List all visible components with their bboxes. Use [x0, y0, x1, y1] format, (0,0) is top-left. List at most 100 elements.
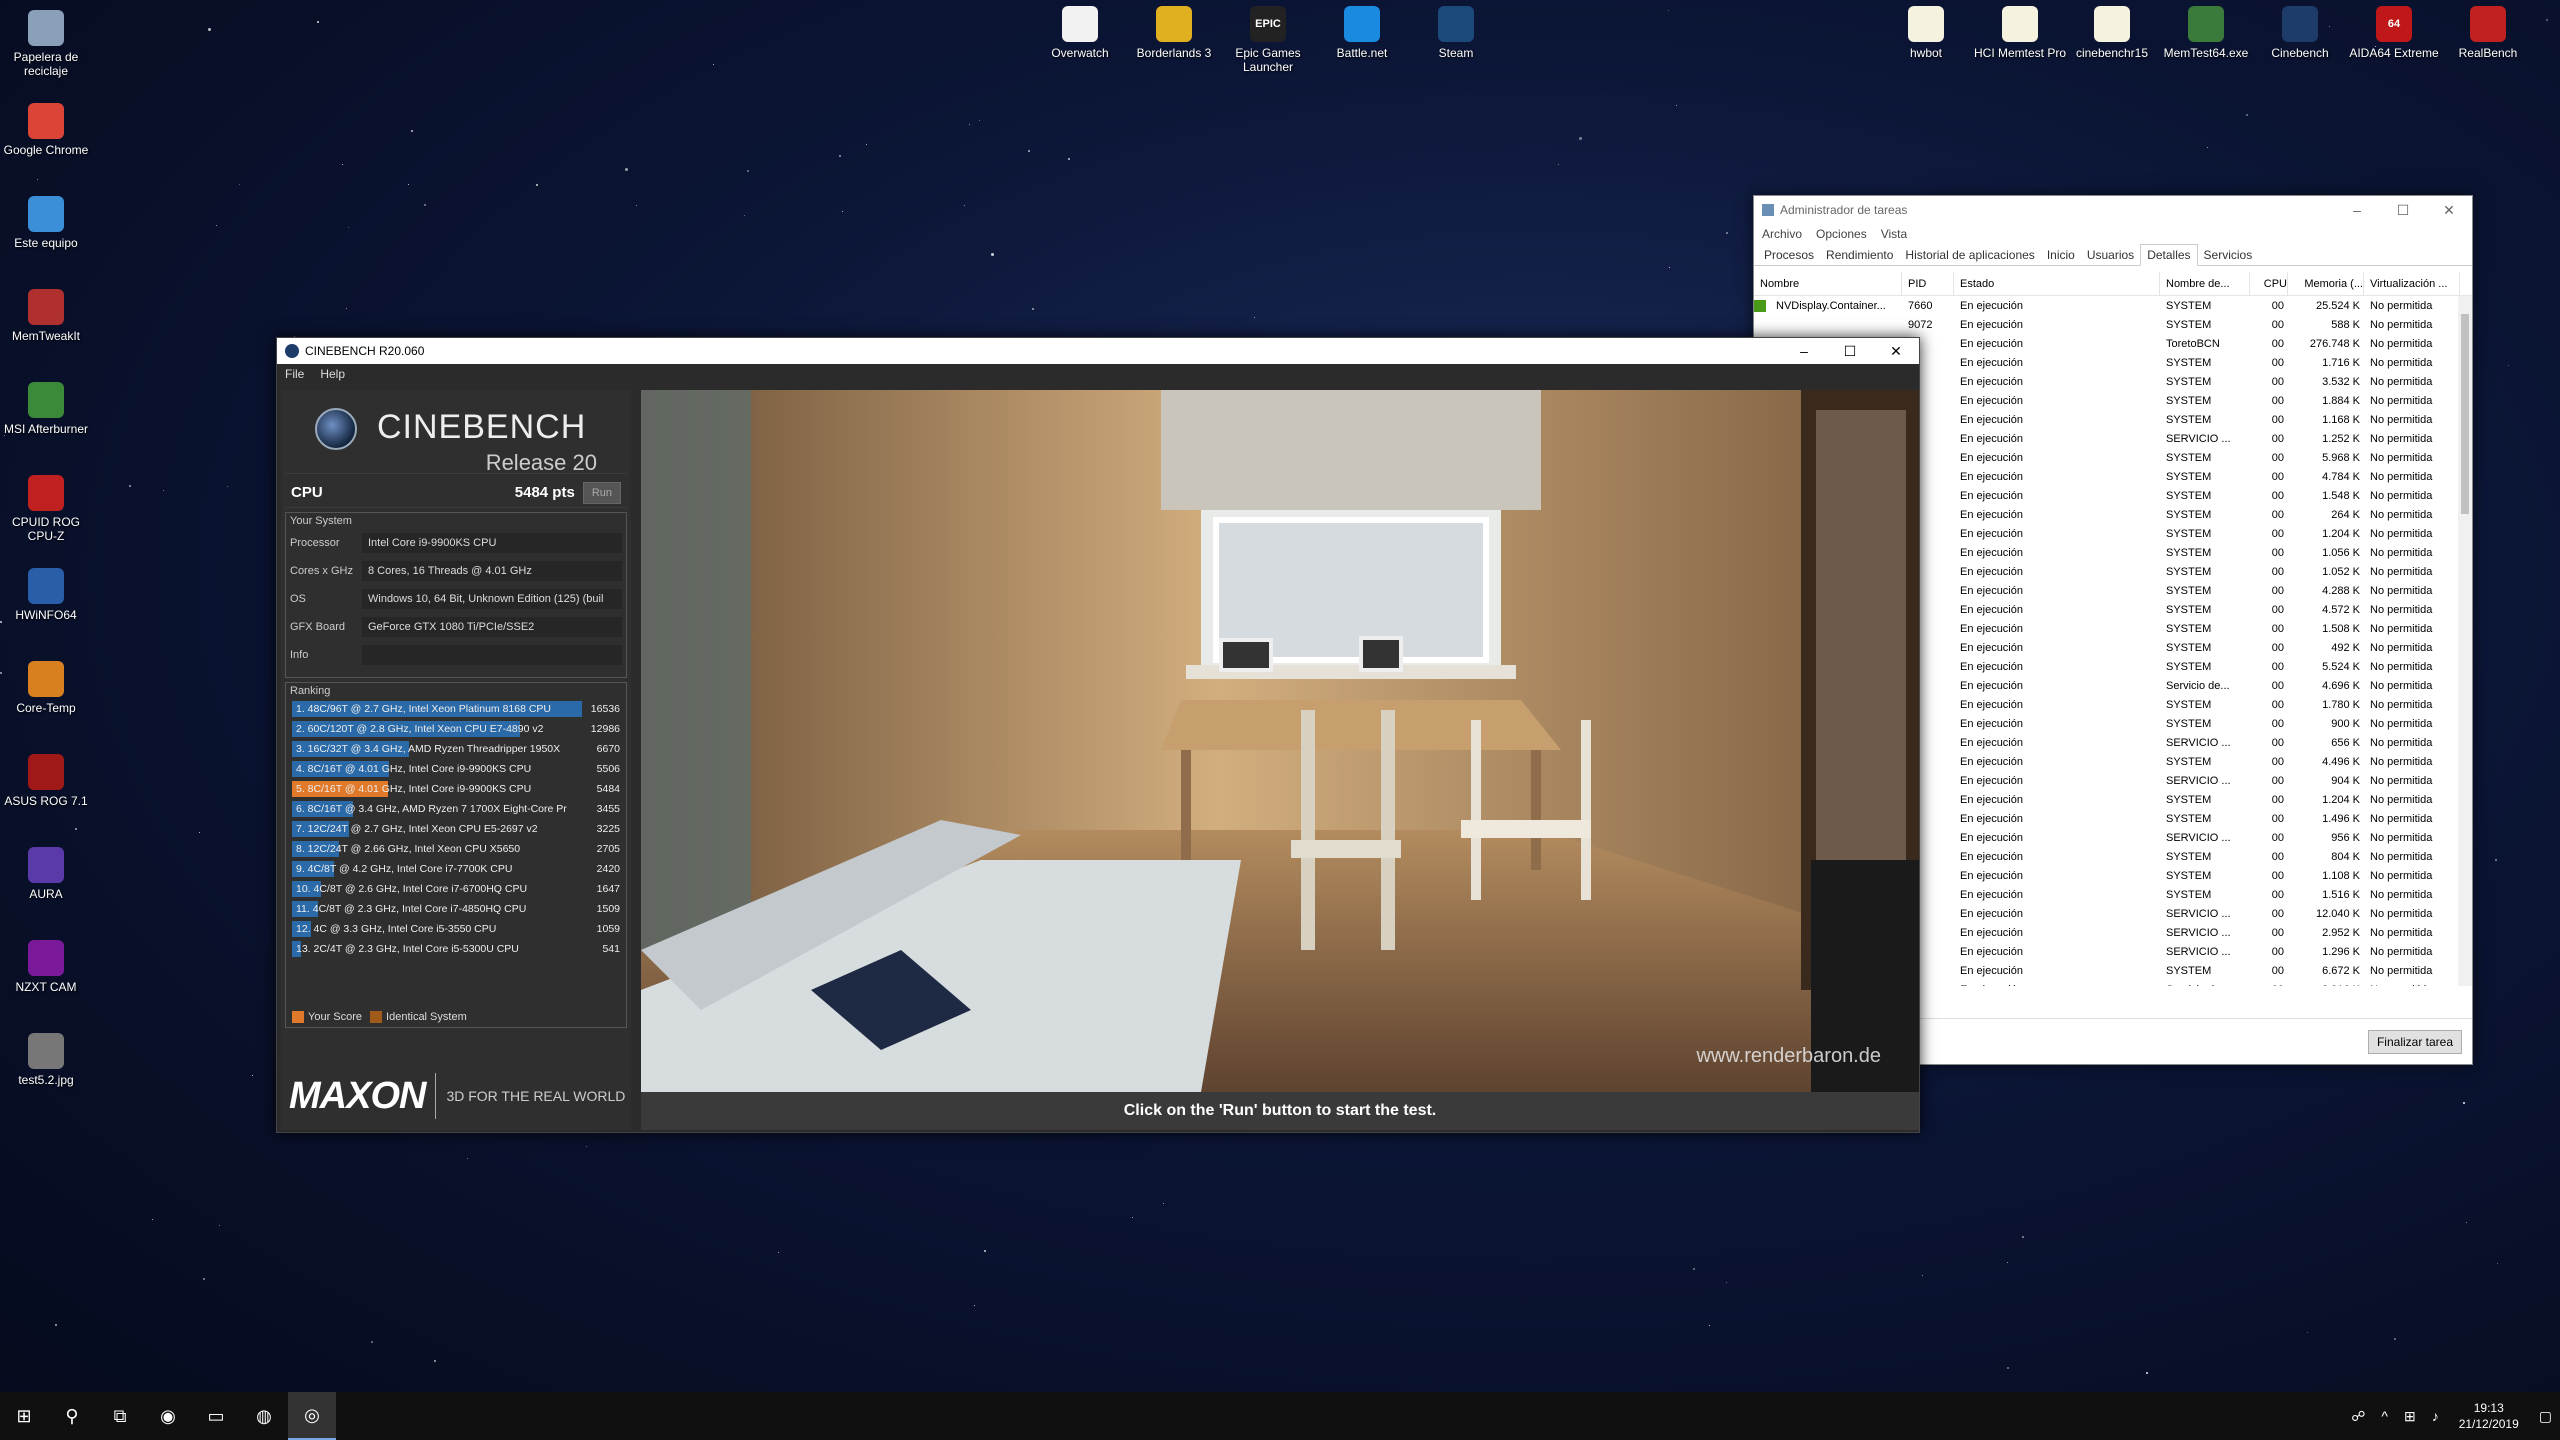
- people-icon[interactable]: ☍: [2351, 1408, 2365, 1425]
- notifications-icon[interactable]: ▢: [2539, 1408, 2552, 1425]
- desktop-icon[interactable]: Este equipo: [0, 196, 92, 250]
- ranking-row[interactable]: 13. 2C/4T @ 2.3 GHz, Intel Core i5-5300U…: [292, 939, 620, 959]
- column-header[interactable]: Memoria (...: [2288, 272, 2364, 295]
- desktop-icon[interactable]: ASUS ROG 7.1: [0, 754, 92, 808]
- desktop-icon[interactable]: EPIC Epic Games Launcher: [1222, 6, 1314, 74]
- desktop-icon-label: MemTweakIt: [11, 329, 80, 343]
- process-row[interactable]: 9072 En ejecución SYSTEM 00 588 K No permitid…: [1754, 315, 2472, 334]
- tab-detalles[interactable]: Detalles: [2140, 244, 2198, 266]
- network-icon[interactable]: ⊞: [2404, 1408, 2416, 1425]
- volume-icon[interactable]: ♪: [2432, 1408, 2439, 1424]
- desktop-icon[interactable]: Google Chrome: [0, 103, 92, 157]
- column-header[interactable]: PID: [1902, 272, 1954, 295]
- desktop-icon[interactable]: HCI Memtest Pro: [1974, 6, 2066, 60]
- ranking-row[interactable]: 2. 60C/120T @ 2.8 GHz, Intel Xeon CPU E7…: [292, 719, 620, 739]
- star: [1922, 1275, 1923, 1276]
- desktop-icon[interactable]: Core-Temp: [0, 661, 92, 715]
- file-explorer-icon[interactable]: ▭: [192, 1392, 240, 1440]
- ranking-row[interactable]: 12. 4C @ 3.3 GHz, Intel Core i5-3550 CPU…: [292, 919, 620, 939]
- column-header[interactable]: Nombre: [1754, 272, 1902, 295]
- tab-procesos[interactable]: Procesos: [1758, 245, 1820, 265]
- desktop-icon[interactable]: hwbot: [1880, 6, 1972, 60]
- menu-file[interactable]: File: [285, 367, 304, 381]
- star: [586, 1146, 587, 1147]
- desktop-icon[interactable]: RealBench: [2442, 6, 2534, 60]
- close-button[interactable]: ✕: [1873, 343, 1919, 360]
- desktop-icon[interactable]: Cinebench: [2254, 6, 2346, 60]
- tab-historial-de-aplicaciones[interactable]: Historial de aplicaciones: [1899, 245, 2040, 265]
- tab-usuarios[interactable]: Usuarios: [2081, 245, 2140, 265]
- process-virt: No permitida: [2370, 603, 2433, 616]
- menu-archivo[interactable]: Archivo: [1762, 227, 1802, 241]
- desktop-icon[interactable]: Battle.net: [1316, 6, 1408, 60]
- desktop-icon[interactable]: CPUID ROG CPU-Z: [0, 475, 92, 543]
- scrollbar-thumb[interactable]: [2461, 314, 2469, 514]
- close-button[interactable]: ✕: [2426, 202, 2472, 219]
- ranking-row[interactable]: 9. 4C/8T @ 4.2 GHz, Intel Core i7-7700K …: [292, 859, 620, 879]
- desktop-icon[interactable]: Borderlands 3: [1128, 6, 1220, 60]
- minimize-button[interactable]: –: [1781, 343, 1827, 360]
- ranking-row-your-score[interactable]: 5. 8C/16T @ 4.01 GHz, Intel Core i9-9900…: [292, 779, 620, 799]
- ranking-row[interactable]: 11. 4C/8T @ 2.3 GHz, Intel Core i7-4850H…: [292, 899, 620, 919]
- process-cpu: 00: [2271, 299, 2284, 312]
- menu-help[interactable]: Help: [320, 367, 345, 381]
- cinebench-taskbar-icon[interactable]: ◍: [240, 1392, 288, 1440]
- ranking-row[interactable]: 1. 48C/96T @ 2.7 GHz, Intel Xeon Platinu…: [292, 699, 620, 719]
- desktop-icon[interactable]: HWiNFO64: [0, 568, 92, 622]
- desktop-icon[interactable]: MemTweakIt: [0, 289, 92, 343]
- search-icon[interactable]: ⚲: [48, 1392, 96, 1440]
- star: [434, 1360, 436, 1362]
- vertical-scrollbar[interactable]: [2458, 296, 2472, 986]
- ranking-label: 11. 4C/8T @ 2.3 GHz, Intel Core i7-4850H…: [296, 903, 527, 915]
- run-button[interactable]: Run: [582, 481, 621, 504]
- desktop-icon[interactable]: test5.2.jpg: [0, 1033, 92, 1087]
- ranking-row[interactable]: 8. 12C/24T @ 2.66 GHz, Intel Xeon CPU X5…: [292, 839, 620, 859]
- desktop-icon[interactable]: NZXT CAM: [0, 940, 92, 994]
- menu-opciones[interactable]: Opciones: [1816, 227, 1867, 241]
- tab-inicio[interactable]: Inicio: [2041, 245, 2081, 265]
- column-header[interactable]: CPU: [2250, 272, 2288, 295]
- tab-servicios[interactable]: Servicios: [2198, 245, 2259, 265]
- column-header[interactable]: Nombre de...: [2160, 272, 2250, 295]
- ranking-row[interactable]: 4. 8C/16T @ 4.01 GHz, Intel Core i9-9900…: [292, 759, 620, 779]
- ranking-row[interactable]: 7. 12C/24T @ 2.7 GHz, Intel Xeon CPU E5-…: [292, 819, 620, 839]
- maximize-button[interactable]: ☐: [2380, 202, 2426, 219]
- task-manager-titlebar[interactable]: Administrador de tareas – ☐ ✕: [1754, 196, 2472, 224]
- maximize-button[interactable]: ☐: [1827, 343, 1873, 360]
- chevron-up-icon[interactable]: ^: [2381, 1408, 2388, 1424]
- end-task-button[interactable]: Finalizar tarea: [2367, 1029, 2462, 1054]
- cinebench-titlebar[interactable]: CINEBENCH R20.060 – ☐ ✕: [277, 338, 1919, 364]
- realbench-icon: [2470, 6, 2506, 42]
- process-cpu: 00: [2271, 793, 2284, 806]
- chrome-icon[interactable]: ◉: [144, 1392, 192, 1440]
- ranking-score: 12986: [590, 723, 620, 735]
- desktop-icon[interactable]: MemTest64.exe: [2160, 6, 2252, 60]
- tab-rendimiento[interactable]: Rendimiento: [1820, 245, 1899, 265]
- cinebench-title: CINEBENCH R20.060: [305, 344, 425, 358]
- minimize-button[interactable]: –: [2334, 202, 2380, 219]
- menu-vista[interactable]: Vista: [1881, 227, 1907, 241]
- desktop-icon[interactable]: 64 AIDA64 Extreme: [2348, 6, 2440, 60]
- ranking-row[interactable]: 6. 8C/16T @ 3.4 GHz, AMD Ryzen 7 1700X E…: [292, 799, 620, 819]
- desktop-icon[interactable]: Papelera de reciclaje: [0, 10, 92, 78]
- cinebench-active-icon[interactable]: ◎: [288, 1392, 336, 1440]
- overwatch-icon: [1062, 6, 1098, 42]
- desktop-icon[interactable]: cinebenchr15: [2066, 6, 2158, 60]
- process-mem: 264 K: [2331, 508, 2360, 521]
- cinebench-window: CINEBENCH R20.060 – ☐ ✕ File Help CINEBE…: [276, 337, 1920, 1133]
- task-view-icon[interactable]: ⧉: [96, 1392, 144, 1440]
- process-virt: No permitida: [2370, 432, 2433, 445]
- ranking-row[interactable]: 10. 4C/8T @ 2.6 GHz, Intel Core i7-6700H…: [292, 879, 620, 899]
- desktop-icon[interactable]: Overwatch: [1034, 6, 1126, 60]
- ranking-row[interactable]: 3. 16C/32T @ 3.4 GHz, AMD Ryzen Threadri…: [292, 739, 620, 759]
- desktop-icon[interactable]: Steam: [1410, 6, 1502, 60]
- desktop-icon[interactable]: MSI Afterburner: [0, 382, 92, 436]
- process-state: En ejecución: [1960, 489, 2023, 502]
- windows-start-icon[interactable]: ⊞: [0, 1392, 48, 1440]
- column-header[interactable]: Estado: [1954, 272, 2160, 295]
- process-row[interactable]: NVDisplay.Container... 7660 En ejecución SY…: [1754, 296, 2472, 315]
- clock[interactable]: 19:13 21/12/2019: [2459, 1400, 2519, 1432]
- column-header[interactable]: Virtualización ...: [2364, 272, 2460, 295]
- process-virt: No permitida: [2370, 337, 2433, 350]
- desktop-icon[interactable]: AURA: [0, 847, 92, 901]
